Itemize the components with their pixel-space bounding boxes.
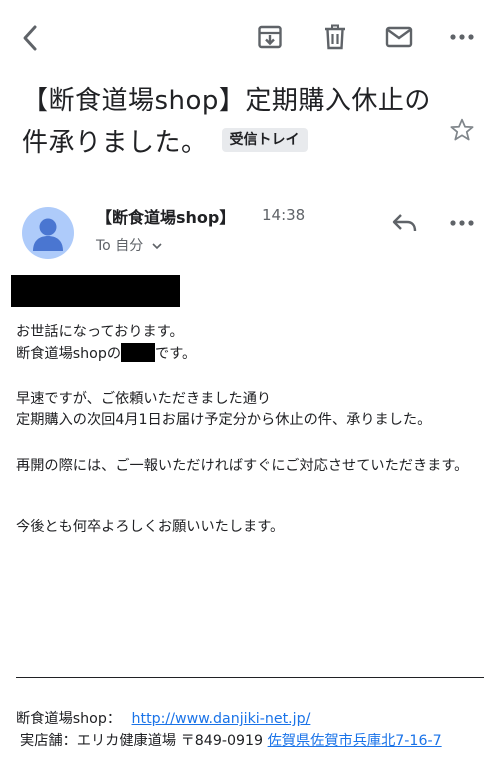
intro-line: 断食道場shopの です。 [16,343,492,365]
sender-name[interactable]: 【断食道場shop】 [96,204,235,228]
person-icon [33,218,63,251]
shop-label: 断食道場shop： [16,711,122,727]
more-horizontal-icon [450,34,474,40]
more-horizontal-icon [450,220,474,226]
message-more-button[interactable] [445,210,479,236]
mail-icon [385,26,413,48]
para2-line1: 早速ですが、ご依頼いただきました通り [16,391,272,407]
greeting-line: お世話になっております。 [16,324,184,340]
body-greeting: お世話になっております。 断食道場shopの です。 [16,322,492,365]
reply-button[interactable] [390,208,420,238]
delete-button[interactable] [320,22,350,52]
inbox-label-chip[interactable]: 受信トレイ [221,127,308,152]
redacted-block [11,275,180,307]
redacted-name [121,343,156,362]
back-button[interactable] [14,22,46,54]
intro-prefix: 断食道場shopの [16,346,122,362]
recipients-toggle[interactable]: To 自分 [96,235,162,255]
signature-store-line: 実店舗：エリカ健康道場 〒849-0919 佐賀県佐賀市兵庫北7-16-7 [16,731,492,752]
chevron-down-icon [152,243,162,250]
body-paragraph-4: 今後とも何卒よろしくお願いいたします。 [16,519,285,535]
more-button[interactable] [445,24,479,50]
signature-divider [16,677,484,678]
trash-icon [325,24,345,50]
intro-suffix: です。 [155,346,197,362]
mark-unread-button[interactable] [382,22,416,52]
para2-line2: 定期購入の次回4月1日お届け予定分から休止の件、承りました。 [16,412,432,428]
body-paragraph-3: 再開の際には、ご一報いただければすぐにご対応させていただきます。 [16,458,469,474]
email-subject: 【断食道場shop】定期購入休止の件承りました。 受信トレイ [22,80,442,164]
signature-shop-line: 断食道場shop： http://www.danjiki-net.jp/ [16,709,492,730]
shop-url-link[interactable]: http://www.danjiki-net.jp/ [132,711,311,727]
reply-icon [392,214,417,232]
archive-button[interactable] [253,22,287,52]
star-icon [450,118,474,141]
archive-icon [258,25,282,49]
store-label: 実店舗：エリカ健康道場 〒849-0919 [20,733,264,749]
body-paragraph-2: 早速ですが、ご依頼いただきました通り 定期購入の次回4月1日お届け予定分から休止… [16,389,492,431]
star-button[interactable] [447,115,477,145]
received-time: 14:38 [262,206,306,224]
address-link[interactable]: 佐賀県佐賀市兵庫北7-16-7 [268,733,442,749]
recipient-text: To 自分 [96,238,144,254]
avatar[interactable] [22,207,74,259]
chevron-left-icon [23,25,37,51]
